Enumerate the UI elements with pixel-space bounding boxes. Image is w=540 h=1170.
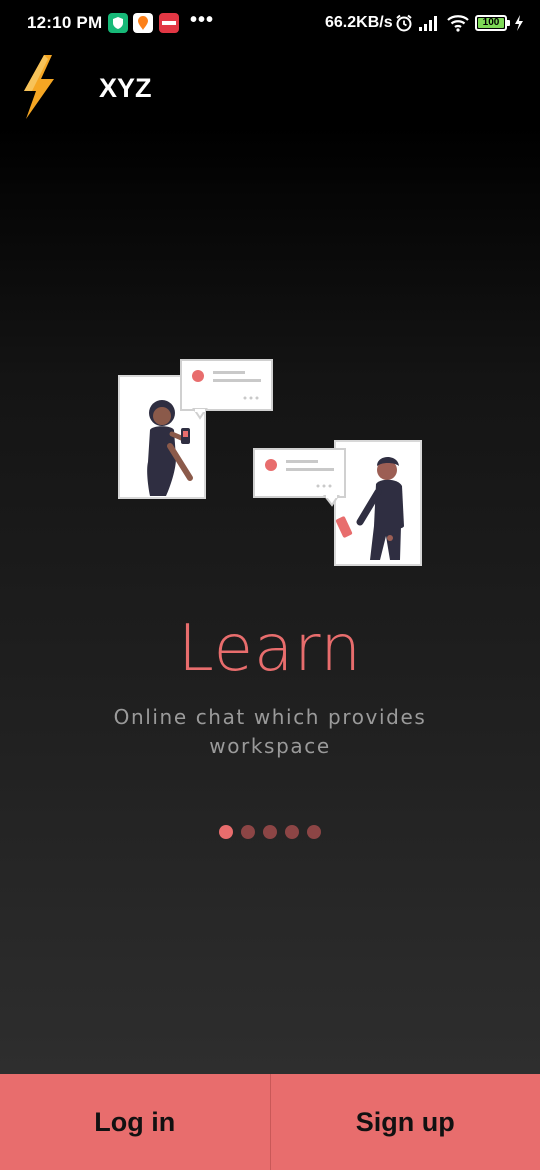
- page-dot-2[interactable]: [241, 825, 255, 839]
- network-speed: 66.2KB/s: [325, 14, 393, 31]
- zomato-icon: [159, 13, 179, 33]
- wifi-icon: [446, 13, 470, 38]
- alarm-icon: [394, 13, 414, 38]
- page-dot-3[interactable]: [263, 825, 277, 839]
- signup-button[interactable]: Sign up: [271, 1074, 540, 1170]
- app-title: XYZ: [99, 73, 152, 103]
- auth-buttons-bar: Log in Sign up: [0, 1074, 540, 1170]
- lightning-bolt-icon: [18, 53, 58, 121]
- page-dot-5[interactable]: [307, 825, 321, 839]
- login-button[interactable]: Log in: [0, 1074, 270, 1170]
- swiggy-icon: [133, 13, 153, 33]
- charging-icon: [513, 13, 525, 38]
- battery-level: 100: [478, 18, 504, 28]
- page-dot-1[interactable]: [219, 825, 233, 839]
- onboarding-screen: 12:10 PM ••• 66.2KB/s 100 XYZ Learn Onli…: [0, 0, 540, 1170]
- battery-icon: 100: [475, 15, 507, 31]
- chat-people-illustration: [110, 350, 430, 575]
- onboarding-subtitle: Online chat which provides workspace: [113, 705, 427, 758]
- shield-app-icon: [108, 13, 128, 33]
- page-dot-4[interactable]: [285, 825, 299, 839]
- page-indicator[interactable]: [0, 825, 540, 841]
- more-notifications-icon: •••: [190, 9, 215, 31]
- app-bar: XYZ: [0, 48, 540, 126]
- signal-icon: [418, 13, 440, 38]
- battery-tip: [507, 20, 510, 26]
- status-bar: 12:10 PM ••• 66.2KB/s 100: [0, 0, 540, 48]
- onboarding-title: Learn: [178, 612, 362, 686]
- status-time: 12:10 PM: [27, 13, 103, 32]
